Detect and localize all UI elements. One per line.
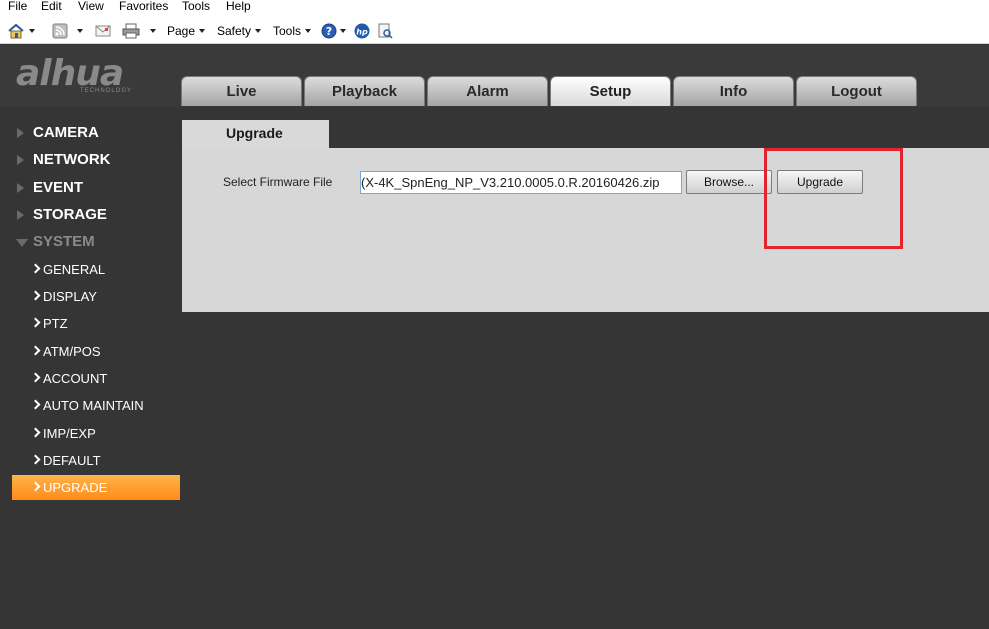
page-menu-label: Page <box>167 24 196 38</box>
sidebar-item-label: STORAGE <box>33 206 107 223</box>
chevron-down-icon[interactable] <box>340 29 346 33</box>
sidebar-subitem-display[interactable]: DISPLAY <box>12 284 180 309</box>
print-button[interactable] <box>122 22 156 40</box>
sidebar-subitem-label: DISPLAY <box>43 289 97 304</box>
sidebar-subitem-account[interactable]: ACCOUNT <box>12 366 180 391</box>
svg-text:?: ? <box>326 25 332 38</box>
sidebar-item-label: CAMERA <box>33 124 99 141</box>
safety-menu-label: Safety <box>217 24 252 38</box>
chevron-down-icon[interactable] <box>150 29 156 33</box>
sidebar-item-storage[interactable]: STORAGE <box>0 201 182 228</box>
chevron-down-icon <box>305 29 312 33</box>
tab-setup[interactable]: Setup <box>550 76 671 106</box>
menu-view[interactable]: View <box>78 0 104 13</box>
rss-icon <box>52 23 68 39</box>
chevron-down-icon <box>199 29 206 33</box>
home-icon <box>8 23 24 39</box>
triangle-right-icon <box>17 128 24 138</box>
upgrade-tab[interactable]: Upgrade <box>182 120 329 149</box>
mail-button[interactable] <box>95 22 111 40</box>
svg-text:hp: hp <box>356 28 368 37</box>
sidebar-subitem-label: IMP/EXP <box>43 426 96 441</box>
hp-logo-icon: hp <box>354 23 370 39</box>
sidebar-subitem-default[interactable]: DEFAULT <box>12 448 180 473</box>
sidebar-subitem-upgrade[interactable]: UPGRADE <box>12 475 180 500</box>
highlight-annotation-box <box>764 148 903 249</box>
triangle-down-icon <box>16 239 28 247</box>
menu-favorites[interactable]: Favorites <box>119 0 168 13</box>
help-button[interactable]: ? <box>321 22 346 40</box>
sidebar-subitem-label: ATM/POS <box>43 344 101 359</box>
browser-commandbar: Page Safety Tools ? hp <box>0 16 989 44</box>
sidebar-subitem-label: AUTO MAINTAIN <box>43 398 144 413</box>
chevron-right-icon <box>30 427 41 438</box>
hp-button[interactable]: hp <box>354 22 370 40</box>
sidebar-item-system[interactable]: SYSTEM <box>0 228 182 255</box>
printer-icon <box>122 23 140 39</box>
sidebar-subitem-label: ACCOUNT <box>43 371 108 386</box>
safety-menu-button[interactable]: Safety <box>217 22 262 40</box>
browse-button[interactable]: Browse... <box>686 170 772 194</box>
sidebar: CAMERA NETWORK EVENT STORAGE SYSTEM GENE… <box>0 107 182 629</box>
menu-file[interactable]: File <box>8 0 27 13</box>
sidebar-subitem-label: GENERAL <box>43 262 106 277</box>
sidebar-item-label: EVENT <box>33 179 84 196</box>
logo-subtext: TECHNOLOGY <box>80 88 133 94</box>
chevron-right-icon <box>30 263 41 274</box>
sidebar-subitem-imp-exp[interactable]: IMP/EXP <box>12 421 180 446</box>
chevron-down-icon <box>255 29 262 33</box>
home-button[interactable] <box>7 22 35 40</box>
sidebar-subitem-auto-maintain[interactable]: AUTO MAINTAIN <box>12 393 180 418</box>
app-header: alhua TECHNOLOGY Live Playback Alarm Set… <box>0 45 989 107</box>
sidebar-subitem-label: UPGRADE <box>43 480 108 495</box>
sidebar-item-label: NETWORK <box>33 151 111 168</box>
tab-logout[interactable]: Logout <box>796 76 917 106</box>
chevron-right-icon <box>30 454 41 465</box>
dahua-logo: alhua TECHNOLOGY <box>16 54 156 98</box>
triangle-right-icon <box>17 183 24 193</box>
triangle-right-icon <box>17 210 24 220</box>
chevron-right-icon <box>30 317 41 328</box>
tab-info[interactable]: Info <box>673 76 794 106</box>
menu-edit[interactable]: Edit <box>41 0 62 13</box>
firmware-file-label: Select Firmware File <box>223 175 333 189</box>
sidebar-item-network[interactable]: NETWORK <box>0 146 182 173</box>
sidebar-subitem-general[interactable]: GENERAL <box>12 257 180 282</box>
tab-live[interactable]: Live <box>181 76 302 106</box>
menu-tools[interactable]: Tools <box>182 0 210 13</box>
chevron-down-icon[interactable] <box>29 29 35 33</box>
mail-icon <box>95 25 111 37</box>
research-icon <box>378 23 393 39</box>
firmware-file-input[interactable] <box>360 171 682 194</box>
sidebar-item-label: SYSTEM <box>33 233 95 250</box>
chevron-right-icon <box>30 290 41 301</box>
research-button[interactable] <box>377 22 393 40</box>
chevron-right-icon <box>30 399 41 410</box>
browser-menubar: File Edit View Favorites Tools Help <box>0 0 989 16</box>
chevron-right-icon <box>30 345 41 356</box>
sidebar-item-event[interactable]: EVENT <box>0 174 182 201</box>
triangle-right-icon <box>17 155 24 165</box>
tools-menu-button[interactable]: Tools <box>273 22 312 40</box>
sidebar-subitem-label: PTZ <box>43 316 68 331</box>
chevron-right-icon <box>30 481 41 492</box>
sidebar-item-camera[interactable]: CAMERA <box>0 119 182 146</box>
chevron-down-icon[interactable] <box>77 29 83 33</box>
sidebar-subitem-atm-pos[interactable]: ATM/POS <box>12 339 180 364</box>
page-menu-button[interactable]: Page <box>167 22 206 40</box>
tab-alarm[interactable]: Alarm <box>427 76 548 106</box>
feeds-button[interactable] <box>52 22 83 40</box>
help-icon: ? <box>321 23 337 39</box>
chevron-right-icon <box>30 372 41 383</box>
tools-menu-label: Tools <box>273 24 302 38</box>
sidebar-subitem-ptz[interactable]: PTZ <box>12 311 180 336</box>
tab-playback[interactable]: Playback <box>304 76 425 106</box>
menu-help[interactable]: Help <box>226 0 251 13</box>
sidebar-subitem-label: DEFAULT <box>43 453 101 468</box>
